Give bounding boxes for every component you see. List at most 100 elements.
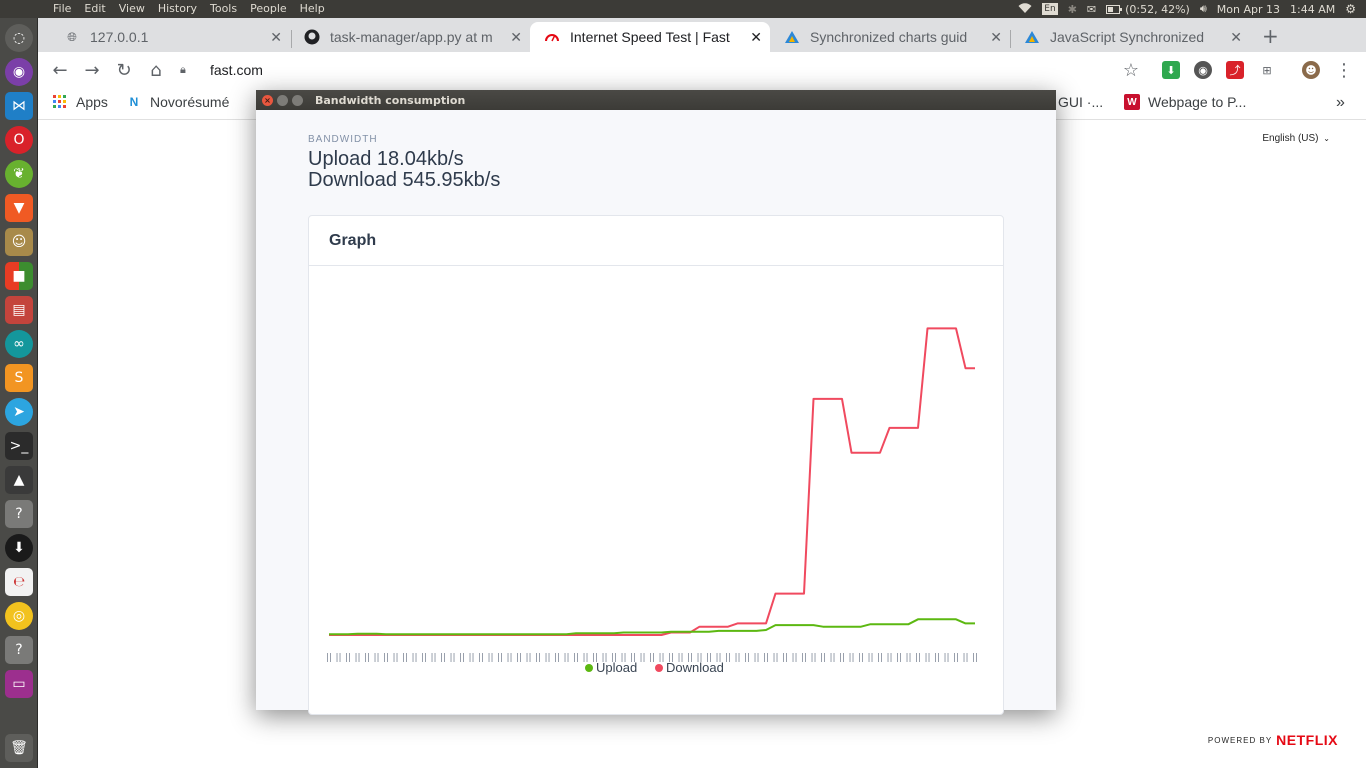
x-tick-label: || — [725, 653, 731, 663]
x-tick-label: || — [478, 653, 484, 663]
tor-browser-icon[interactable]: ◉ — [5, 58, 33, 86]
bookmark-gui[interactable]: GUI ·... — [1058, 94, 1103, 110]
bluetooth-icon[interactable]: ✱ — [1068, 3, 1077, 16]
gimp-icon[interactable]: ☺ — [5, 228, 33, 256]
x-tick-label: || — [459, 653, 465, 663]
launcher-dock: ◌ ◉ ⋈ O ❦ ▼ ☺ ■ ▤ ∞ S ➤ >_ ▲ ? ⬇ ℮ ◎ ? ▭… — [0, 18, 38, 768]
battery-icon[interactable] — [1106, 4, 1123, 14]
close-icon[interactable]: ✕ — [750, 29, 762, 46]
bookmarks-overflow-icon[interactable]: » — [1336, 94, 1345, 112]
unknown-app-icon[interactable]: ? — [5, 500, 33, 528]
tab-localhost[interactable]: 🌐︎ 127.0.0.1 ✕ — [50, 22, 290, 52]
leaf-app-icon[interactable]: ❦ — [5, 160, 33, 188]
forward-arrow-icon[interactable]: → — [81, 59, 103, 81]
tab-fast[interactable]: Internet Speed Test | Fast ✕ — [530, 22, 770, 52]
date-text[interactable]: Mon Apr 13 — [1217, 3, 1280, 16]
camera-extension-icon[interactable]: ◉ — [1194, 61, 1212, 79]
menu-view[interactable]: View — [119, 2, 145, 15]
time-text[interactable]: 1:44 AM — [1290, 3, 1335, 16]
close-icon[interactable]: ✕ — [1230, 29, 1242, 46]
x-tick-label: || — [364, 653, 370, 663]
x-tick-label: || — [383, 653, 389, 663]
legend-label-download[interactable]: Download — [666, 660, 724, 675]
bookmark-star-icon[interactable]: ☆ — [1120, 59, 1142, 81]
more-menu-icon[interactable]: ⋮ — [1333, 59, 1355, 81]
home-icon[interactable]: ⌂ — [145, 59, 167, 81]
ubuntu-logo-icon[interactable]: ◌ — [5, 24, 33, 52]
back-arrow-icon[interactable]: ← — [49, 59, 71, 81]
x-tick-label: || — [573, 653, 579, 663]
tab-github[interactable]: task-manager/app.py at m ✕ — [290, 22, 530, 52]
wifi-icon[interactable] — [1018, 2, 1032, 17]
app-menu-bar: File Edit View History Tools People Help — [53, 2, 338, 15]
text-editor-icon[interactable]: ℮ — [5, 568, 33, 596]
brave-icon[interactable]: ▼ — [5, 194, 33, 222]
webpage-to-pdf-icon: W — [1124, 94, 1140, 110]
x-tick-label: || — [763, 653, 769, 663]
x-tick-label: || — [497, 653, 503, 663]
matlab-icon[interactable]: ▲ — [5, 466, 33, 494]
arduino-icon[interactable]: ∞ — [5, 330, 33, 358]
legend-label-upload[interactable]: Upload — [596, 660, 637, 675]
telegram-icon[interactable]: ➤ — [5, 398, 33, 426]
volume-icon[interactable]: 🔊︎ — [1200, 2, 1207, 16]
legend-marker-download — [655, 664, 663, 672]
mail-icon[interactable]: ✉ — [1087, 3, 1096, 16]
x-tick-label: || — [943, 653, 949, 663]
trash-icon[interactable]: 🗑︎ — [5, 734, 33, 762]
avatar[interactable]: ☻ — [1302, 61, 1320, 79]
x-tick-label: || — [877, 653, 883, 663]
unknown-app-icon[interactable]: ? — [5, 636, 33, 664]
tab-javascript-synchronized[interactable]: JavaScript Synchronized ✕ — [1010, 22, 1250, 52]
bookmark-webpage-to-pdf[interactable]: W Webpage to P... — [1124, 94, 1246, 110]
menu-file[interactable]: File — [53, 2, 71, 15]
download-extension-icon[interactable]: ⬇ — [1162, 61, 1180, 79]
menu-people[interactable]: People — [250, 2, 287, 15]
menu-help[interactable]: Help — [300, 2, 325, 15]
close-window-icon[interactable]: × — [262, 94, 273, 106]
new-tab-button[interactable]: + — [1262, 24, 1279, 48]
vscode-icon[interactable]: ⋈ — [5, 92, 33, 120]
section-label: BANDWIDTH — [308, 134, 378, 145]
language-selector[interactable]: English (US) ⌄ — [1262, 133, 1330, 144]
url-text[interactable]: fast.com — [210, 62, 263, 78]
extensions-grid-icon[interactable]: ⊞ — [1258, 61, 1276, 79]
bookmark-apps[interactable]: Apps — [52, 94, 108, 110]
pdf-extension-icon[interactable]: ⤴ — [1226, 61, 1244, 79]
x-tick-label: || — [535, 653, 541, 663]
terminal-icon[interactable]: >_ — [5, 432, 33, 460]
x-tick-label: || — [345, 653, 351, 663]
close-icon[interactable]: ✕ — [510, 29, 522, 46]
opera-icon[interactable]: O — [5, 126, 33, 154]
x-tick-label: || — [649, 653, 655, 663]
close-icon[interactable]: ✕ — [270, 29, 282, 46]
popup-title-bar[interactable]: × Bandwidth consumption — [256, 90, 1056, 110]
power-gear-icon[interactable]: ⚙ — [1345, 2, 1356, 16]
address-bar[interactable]: 🔒︎ fast.com — [180, 57, 1280, 83]
x-tick-label: || — [801, 653, 807, 663]
bookmark-label: Apps — [76, 94, 108, 110]
video-app-icon[interactable]: ▭ — [5, 670, 33, 698]
chrome-icon[interactable]: ◎ — [5, 602, 33, 630]
github-icon — [304, 29, 320, 45]
menu-edit[interactable]: Edit — [84, 2, 105, 15]
powered-by-netflix[interactable]: POWERED BY NETFLIX — [1208, 732, 1338, 748]
lock-icon[interactable]: 🔒︎ — [180, 64, 194, 77]
keyboard-layout-indicator[interactable]: En — [1042, 3, 1058, 15]
menu-tools[interactable]: Tools — [210, 2, 237, 15]
maximize-window-icon[interactable] — [292, 94, 303, 106]
x-tick-label: || — [411, 653, 417, 663]
downloader-icon[interactable]: ⬇ — [5, 534, 33, 562]
menu-history[interactable]: History — [158, 2, 197, 15]
minimize-window-icon[interactable] — [277, 94, 288, 106]
windows-icon[interactable]: ■ — [5, 262, 33, 290]
sublime-text-icon[interactable]: S — [5, 364, 33, 392]
close-icon[interactable]: ✕ — [990, 29, 1002, 46]
files-icon[interactable]: ▤ — [5, 296, 33, 324]
x-tick-label: || — [658, 653, 664, 663]
bookmark-novoresume[interactable]: N Novorésumé — [126, 94, 230, 110]
tab-synchronized-charts-guide[interactable]: Synchronized charts guid ✕ — [770, 22, 1010, 52]
system-top-bar: File Edit View History Tools People Help… — [0, 0, 1366, 18]
reload-icon[interactable]: ↻ — [113, 59, 135, 81]
x-tick-label: || — [867, 653, 873, 663]
